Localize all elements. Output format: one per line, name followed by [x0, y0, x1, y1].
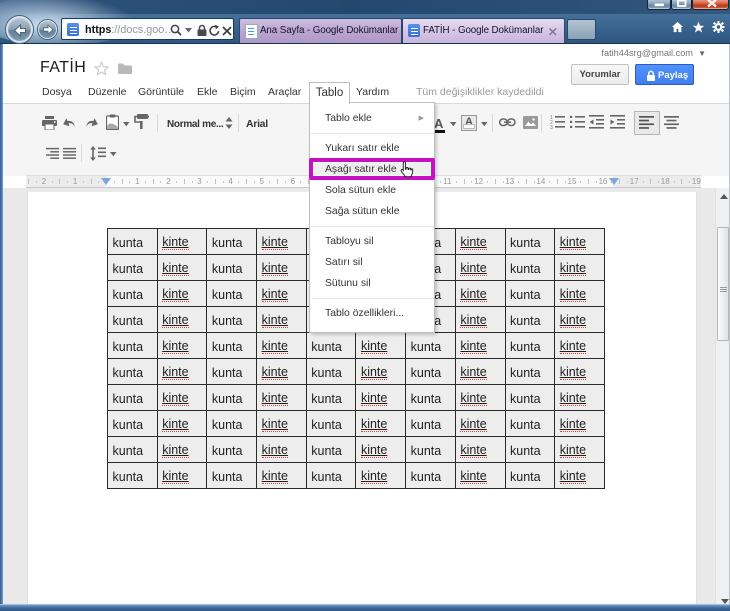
svg-text:3: 3	[550, 125, 553, 129]
